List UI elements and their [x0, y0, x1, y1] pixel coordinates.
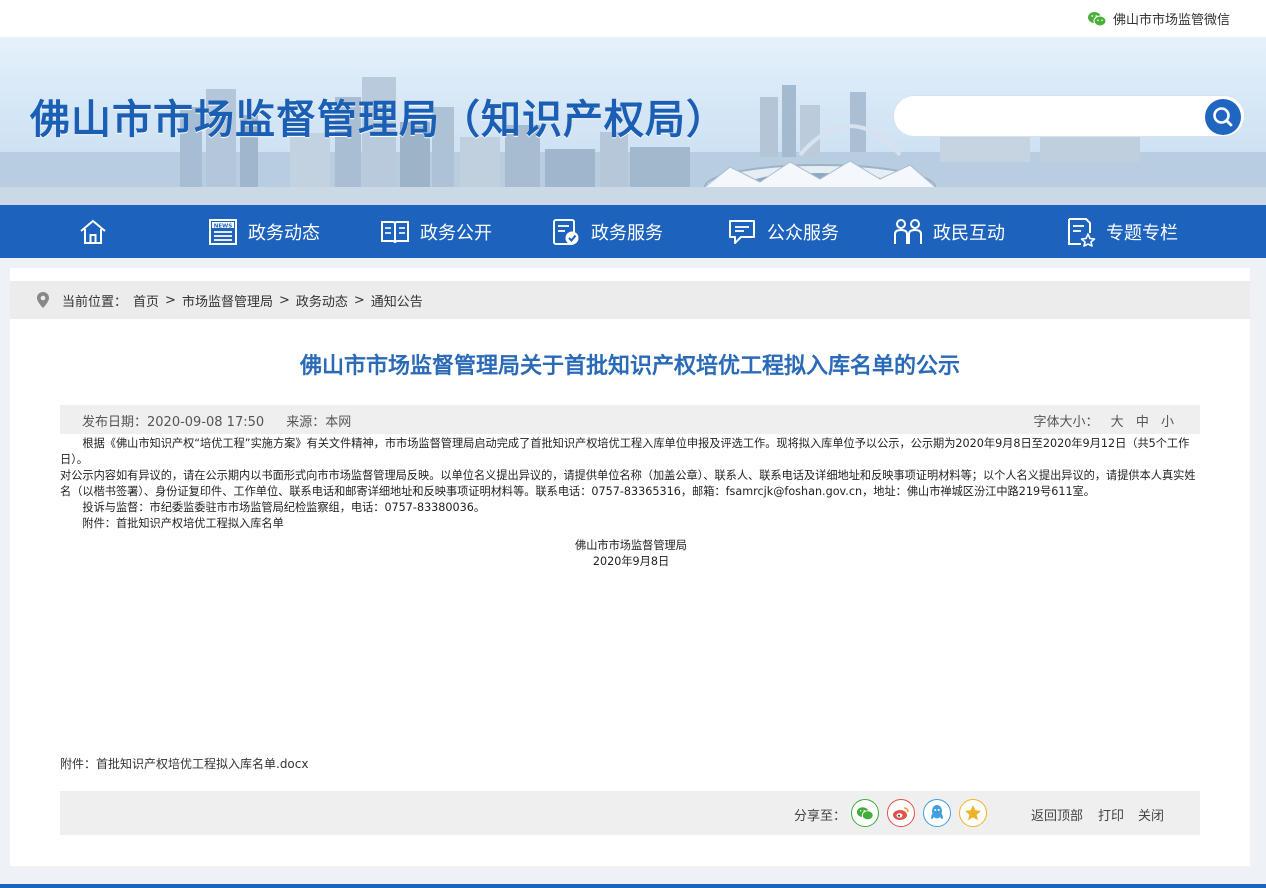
home-icon	[80, 219, 106, 244]
location-pin-icon	[37, 292, 49, 308]
font-size-small[interactable]: 小	[1161, 415, 1174, 430]
breadcrumb: 当前位置： 首页 > 市场监督管理局 > 政务动态 > 通知公告	[10, 281, 1250, 319]
wechat-icon	[856, 806, 874, 820]
article-paragraph: 投诉与监督：市纪委监委驻市市场监管局纪检监察组，电话：0757-83380036…	[60, 501, 486, 514]
service-check-icon	[553, 218, 579, 245]
article-meta-bar: 发布日期：2020-09-08 17:50 来源：本网 字体大小： 大 中 小	[60, 405, 1200, 434]
share-label: 分享至：	[794, 809, 847, 824]
search-input[interactable]	[908, 104, 1198, 128]
nav-label-news: 政务动态	[248, 222, 320, 244]
nav-services[interactable]: 政务服务	[551, 205, 663, 258]
qq-icon	[931, 805, 943, 819]
breadcrumb-notices[interactable]: 通知公告	[371, 291, 423, 310]
main-nav: NEWS 政务动态 政务公开 政务服务 公众服务 政民互动 专题专栏	[0, 205, 1266, 258]
weibo-icon	[893, 807, 909, 820]
nav-label-interaction: 政民互动	[933, 222, 1005, 244]
search-button[interactable]	[1205, 99, 1241, 135]
nav-label-services: 政务服务	[591, 222, 663, 244]
publish-date: 发布日期：2020-09-08 17:50	[82, 415, 265, 430]
article-signature: 佛山市市场监督管理局	[575, 539, 687, 552]
wechat-icon	[1087, 11, 1107, 26]
qzone-icon	[965, 805, 981, 821]
nav-label-public: 政务公开	[420, 222, 492, 244]
article-paragraph: 附件：首批知识产权培优工程拟入库名单	[60, 517, 284, 530]
close-link[interactable]: 关闭	[1138, 805, 1164, 824]
article-body: 根据《佛山市知识产权“培优工程”实施方案》有关文件精神，市市场监督管理局启动完成…	[60, 436, 1202, 570]
top-bar: 佛山市市场监管微信	[0, 0, 1266, 37]
share-bar: 分享至： 返回顶部 打印 关闭	[60, 791, 1200, 835]
font-size-medium[interactable]: 中	[1136, 415, 1149, 430]
breadcrumb-bureau[interactable]: 市场监督管理局	[182, 291, 273, 310]
breadcrumb-separator: >	[165, 292, 176, 308]
article-paragraph: 根据《佛山市知识产权“培优工程”实施方案》有关文件精神，市市场监督管理局启动完成…	[60, 437, 1190, 466]
nav-label-public-service: 公众服务	[767, 222, 839, 244]
chat-bubble-icon	[729, 219, 755, 244]
article-paragraph: 对公示内容如有异议的，请在公示期内以书面形式向市市场监督管理局反映。以单位名义提…	[60, 469, 1196, 498]
nav-interaction[interactable]: 政民互动	[893, 205, 1005, 258]
search-icon	[1213, 107, 1233, 127]
search-box	[893, 95, 1245, 137]
nav-home[interactable]	[78, 205, 108, 258]
font-size-label: 字体大小：	[1033, 415, 1099, 430]
article-date: 2020年9月8日	[592, 555, 670, 568]
nav-label-special: 专题专栏	[1106, 222, 1178, 244]
breadcrumb-home[interactable]: 首页	[133, 291, 159, 310]
people-icon	[894, 218, 922, 244]
share-qzone-button[interactable]	[959, 799, 987, 827]
header-banner: 佛山市市场监督管理局（知识产权局）	[0, 37, 1266, 205]
nav-public[interactable]: 政务公开	[380, 205, 492, 258]
nav-public-service[interactable]: 公众服务	[727, 205, 839, 258]
article-title: 佛山市市场监督管理局关于首批知识产权培优工程拟入库名单的公示	[299, 353, 960, 379]
print-link[interactable]: 打印	[1098, 805, 1124, 824]
wechat-link[interactable]: 佛山市市场监管微信	[1087, 9, 1230, 28]
svg-text:NEWS: NEWS	[214, 223, 232, 229]
site-title: 佛山市市场监督管理局（知识产权局）	[30, 97, 727, 143]
nav-special[interactable]: 专题专栏	[1066, 205, 1178, 258]
article-source: 来源：本网	[286, 415, 352, 430]
breadcrumb-news[interactable]: 政务动态	[296, 291, 348, 310]
share-wechat-button[interactable]	[851, 799, 879, 827]
document-star-icon	[1068, 217, 1096, 247]
footer-divider	[0, 884, 1266, 888]
news-icon: NEWS	[209, 218, 237, 245]
attachment-link[interactable]: 附件：首批知识产权培优工程拟入库名单.docx	[60, 755, 308, 772]
font-size-large[interactable]: 大	[1111, 415, 1124, 430]
breadcrumb-separator: >	[278, 292, 290, 308]
back-to-top-link[interactable]: 返回顶部	[1031, 805, 1083, 824]
share-weibo-button[interactable]	[887, 799, 915, 827]
wechat-label: 佛山市市场监管微信	[1112, 13, 1230, 28]
book-icon	[381, 220, 409, 243]
share-qq-button[interactable]	[923, 799, 951, 827]
breadcrumb-separator: >	[353, 292, 365, 308]
nav-news[interactable]: NEWS 政务动态	[208, 205, 320, 258]
breadcrumb-prefix: 当前位置：	[62, 294, 128, 310]
